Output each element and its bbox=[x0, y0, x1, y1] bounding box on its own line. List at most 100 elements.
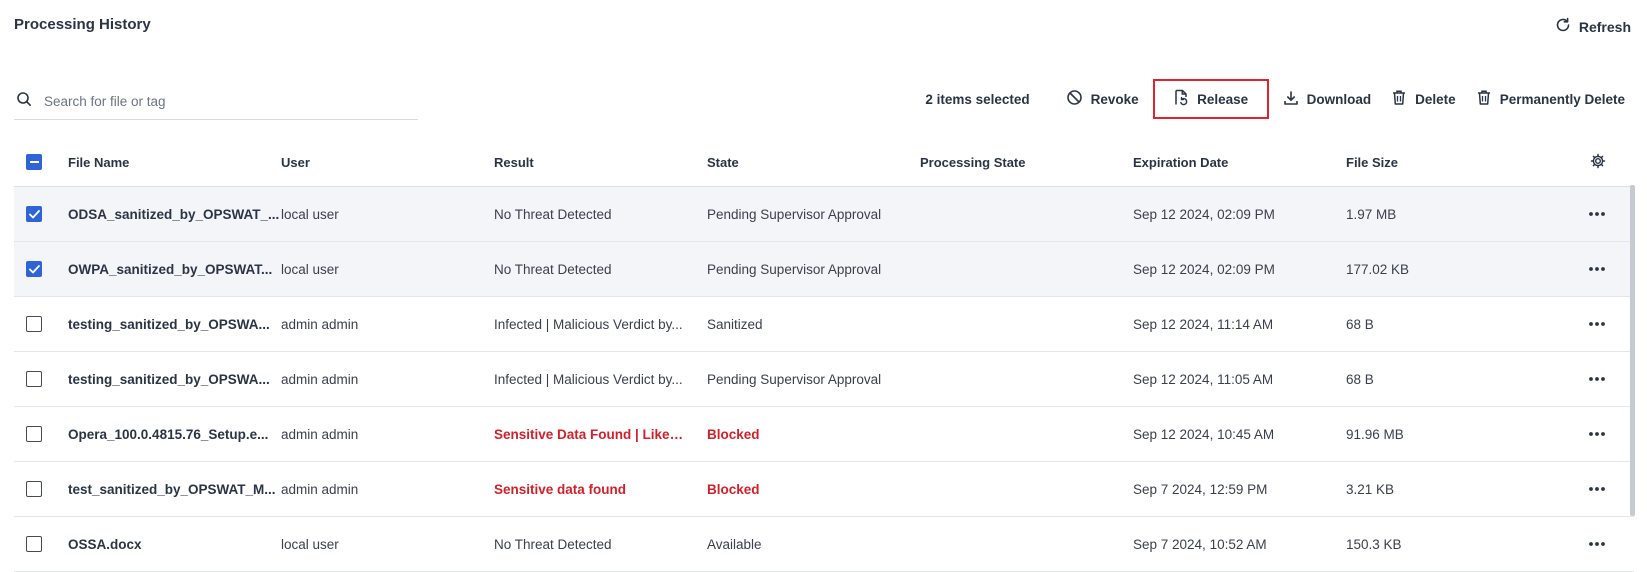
bulk-actions-toolbar: 2 items selected Revoke Release Download… bbox=[925, 78, 1635, 120]
row-checkbox[interactable] bbox=[26, 206, 42, 222]
search-input[interactable] bbox=[42, 92, 386, 110]
user-cell: admin admin bbox=[281, 316, 359, 332]
table-row[interactable]: OSSA.docx local user No Threat Detected Ava… bbox=[14, 517, 1634, 572]
column-header-expiration-date[interactable]: Expiration Date bbox=[1133, 155, 1346, 170]
download-button[interactable]: Download bbox=[1273, 79, 1382, 119]
checkmark-icon bbox=[28, 264, 40, 273]
state-cell: Blocked bbox=[707, 426, 760, 442]
refresh-label: Refresh bbox=[1578, 18, 1631, 35]
download-label: Download bbox=[1306, 91, 1372, 107]
table-row[interactable]: Opera_100.0.4815.76_Setup.e... admin admi… bbox=[14, 407, 1634, 462]
refresh-icon bbox=[1555, 17, 1571, 36]
user-cell: admin admin bbox=[281, 481, 359, 497]
file-size-cell: 68 B bbox=[1346, 316, 1374, 332]
checkmark-icon bbox=[28, 209, 40, 218]
delete-label: Delete bbox=[1415, 91, 1456, 107]
file-name-cell[interactable]: testing_sanitized_by_OPSWA... bbox=[68, 372, 281, 387]
user-cell: admin admin bbox=[281, 426, 359, 442]
row-checkbox[interactable] bbox=[26, 481, 42, 497]
table-row[interactable]: testing_sanitized_by_OPSWA... admin admin… bbox=[14, 297, 1634, 352]
delete-button[interactable]: Delete bbox=[1381, 79, 1466, 119]
table-row[interactable]: OWPA_sanitized_by_OPSWAT... local user No … bbox=[14, 242, 1634, 297]
user-cell: local user bbox=[281, 206, 339, 222]
user-cell: local user bbox=[281, 536, 339, 552]
row-checkbox[interactable] bbox=[26, 261, 42, 277]
expiration-date-cell: Sep 12 2024, 11:05 AM bbox=[1133, 371, 1274, 387]
file-size-cell: 91.96 MB bbox=[1346, 426, 1404, 442]
file-name-cell[interactable]: ODSA_sanitized_by_OPSWAT_... bbox=[68, 207, 281, 222]
file-size-cell: 177.02 KB bbox=[1346, 261, 1410, 277]
release-label: Release bbox=[1197, 91, 1249, 107]
expiration-date-cell: Sep 12 2024, 11:14 AM bbox=[1133, 316, 1274, 332]
table-scrollbar[interactable] bbox=[1630, 185, 1635, 516]
page-title: Processing History bbox=[14, 16, 151, 33]
release-file-icon bbox=[1173, 89, 1189, 109]
more-actions-icon[interactable] bbox=[1588, 431, 1606, 437]
more-actions-icon[interactable] bbox=[1588, 376, 1606, 382]
processing-history-table: File Name User Result State Processing S… bbox=[14, 138, 1634, 572]
file-size-cell: 3.21 KB bbox=[1346, 481, 1395, 497]
more-actions-icon[interactable] bbox=[1588, 266, 1606, 272]
file-name-cell[interactable]: OSSA.docx bbox=[68, 537, 281, 552]
revoke-icon bbox=[1066, 89, 1083, 109]
more-actions-icon[interactable] bbox=[1588, 541, 1606, 547]
expiration-date-cell: Sep 7 2024, 12:59 PM bbox=[1133, 481, 1268, 497]
result-cell: Sensitive data found bbox=[494, 481, 627, 497]
table-header: File Name User Result State Processing S… bbox=[14, 138, 1634, 187]
user-cell: admin admin bbox=[281, 371, 359, 387]
search-box bbox=[14, 83, 418, 120]
more-actions-icon[interactable] bbox=[1588, 486, 1606, 492]
column-header-processing-state[interactable]: Processing State bbox=[920, 155, 1133, 170]
row-checkbox[interactable] bbox=[26, 316, 42, 332]
selection-count: 2 items selected bbox=[925, 91, 1030, 107]
release-button[interactable]: Release bbox=[1152, 79, 1269, 119]
result-cell: Sensitive Data Found | Likely ... bbox=[494, 426, 684, 442]
expiration-date-cell: Sep 12 2024, 10:45 AM bbox=[1133, 426, 1275, 442]
row-checkbox[interactable] bbox=[26, 371, 42, 387]
file-name-cell[interactable]: test_sanitized_by_OPSWAT_M... bbox=[68, 482, 281, 497]
more-actions-icon[interactable] bbox=[1588, 211, 1606, 217]
column-header-result[interactable]: Result bbox=[494, 155, 684, 170]
file-name-cell[interactable]: Opera_100.0.4815.76_Setup.e... bbox=[68, 427, 281, 442]
user-cell: local user bbox=[281, 261, 339, 277]
result-cell: Infected | Malicious Verdict by... bbox=[494, 316, 683, 332]
table-row[interactable]: testing_sanitized_by_OPSWA... admin admin… bbox=[14, 352, 1634, 407]
file-name-cell[interactable]: OWPA_sanitized_by_OPSWAT... bbox=[68, 262, 281, 277]
table-row[interactable]: test_sanitized_by_OPSWAT_M... admin admin… bbox=[14, 462, 1634, 517]
result-cell: Infected | Malicious Verdict by... bbox=[494, 371, 683, 387]
state-cell: Pending Supervisor Approval bbox=[707, 261, 882, 277]
column-header-user[interactable]: User bbox=[281, 155, 494, 170]
state-cell: Sanitized bbox=[707, 316, 763, 332]
more-actions-icon[interactable] bbox=[1588, 321, 1606, 327]
expiration-date-cell: Sep 7 2024, 10:52 AM bbox=[1133, 536, 1267, 552]
column-header-file-name[interactable]: File Name bbox=[68, 155, 281, 170]
table-row[interactable]: ODSA_sanitized_by_OPSWAT_... local user No… bbox=[14, 187, 1634, 242]
search-icon bbox=[14, 91, 32, 112]
revoke-label: Revoke bbox=[1090, 91, 1139, 107]
file-size-cell: 150.3 KB bbox=[1346, 536, 1402, 552]
gear-icon[interactable] bbox=[1590, 153, 1606, 174]
trash-icon bbox=[1391, 89, 1407, 109]
row-checkbox[interactable] bbox=[26, 426, 42, 442]
state-cell: Pending Supervisor Approval bbox=[707, 206, 882, 222]
result-cell: No Threat Detected bbox=[494, 261, 612, 277]
column-header-state[interactable]: State bbox=[707, 155, 920, 170]
column-header-file-size[interactable]: File Size bbox=[1346, 155, 1559, 170]
select-all-checkbox[interactable] bbox=[26, 154, 42, 170]
trash-icon bbox=[1476, 89, 1492, 109]
refresh-button[interactable]: Refresh bbox=[1555, 17, 1631, 36]
file-name-cell[interactable]: testing_sanitized_by_OPSWA... bbox=[68, 317, 281, 332]
file-size-cell: 1.97 MB bbox=[1346, 206, 1397, 222]
row-checkbox[interactable] bbox=[26, 536, 42, 552]
permanently-delete-button[interactable]: Permanently Delete bbox=[1466, 79, 1635, 119]
state-cell: Blocked bbox=[707, 481, 760, 497]
download-icon bbox=[1283, 90, 1299, 109]
state-cell: Pending Supervisor Approval bbox=[707, 371, 882, 387]
file-size-cell: 68 B bbox=[1346, 371, 1374, 387]
expiration-date-cell: Sep 12 2024, 02:09 PM bbox=[1133, 261, 1275, 277]
permanently-delete-label: Permanently Delete bbox=[1499, 91, 1625, 107]
state-cell: Available bbox=[707, 536, 762, 552]
revoke-button[interactable]: Revoke bbox=[1056, 79, 1149, 119]
result-cell: No Threat Detected bbox=[494, 536, 612, 552]
result-cell: No Threat Detected bbox=[494, 206, 612, 222]
